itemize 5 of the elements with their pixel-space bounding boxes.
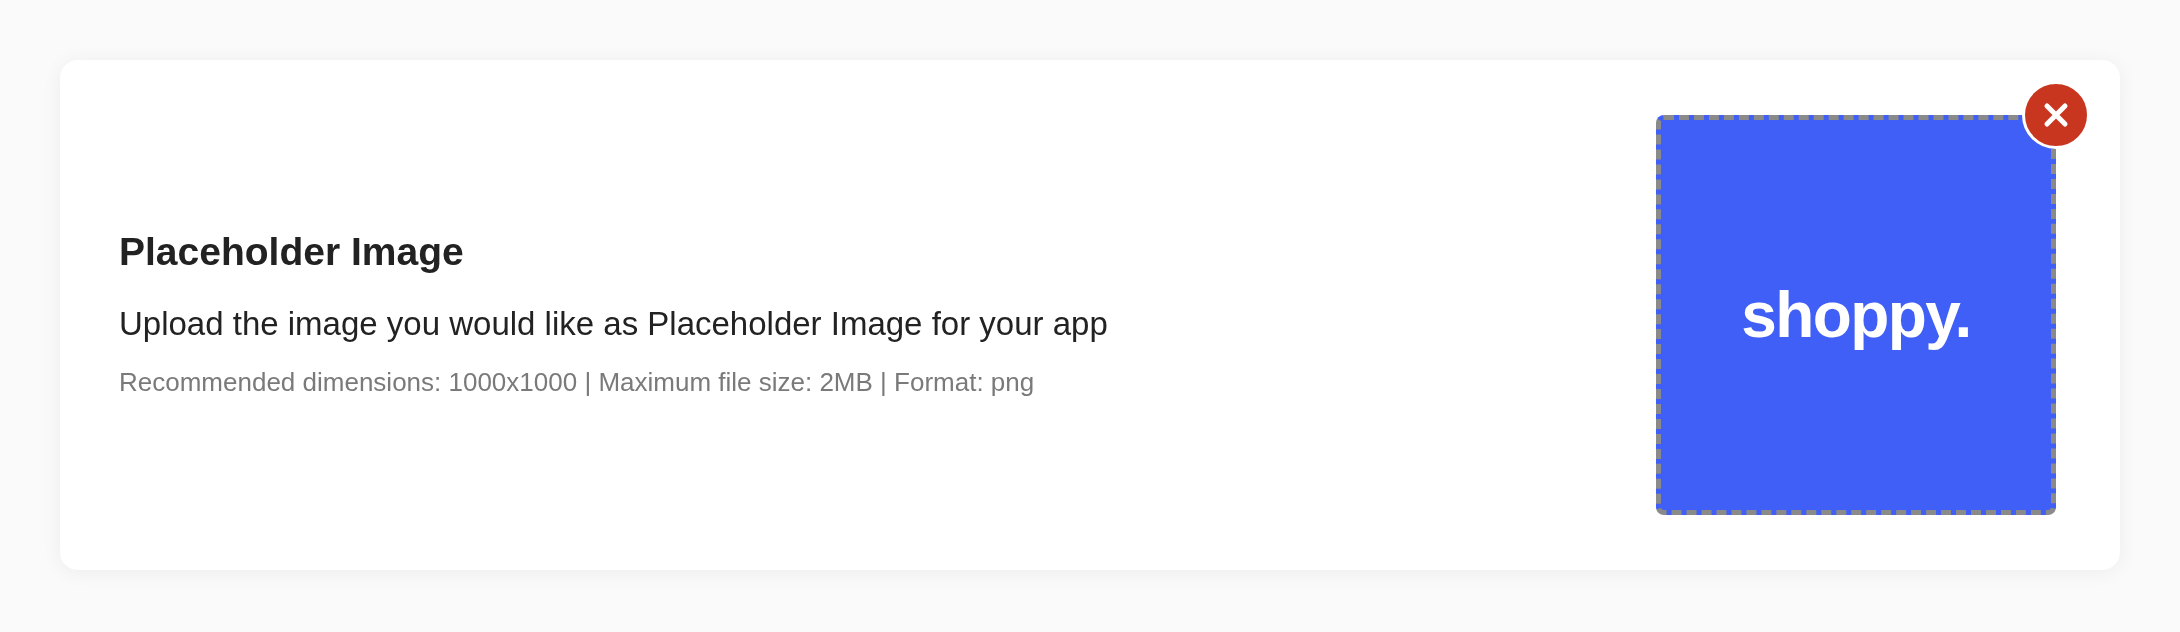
logo-text: shoppy. [1741,278,1971,353]
card-title: Placeholder Image [119,229,465,276]
description: Upload the image you would like as Placeholder Image for your app [119,304,1108,345]
requirements-text: Recommended dimensions: 1000x1000 | Maximum file size: 2MB | Format: png [119,365,1036,399]
close-icon [2043,102,2069,128]
